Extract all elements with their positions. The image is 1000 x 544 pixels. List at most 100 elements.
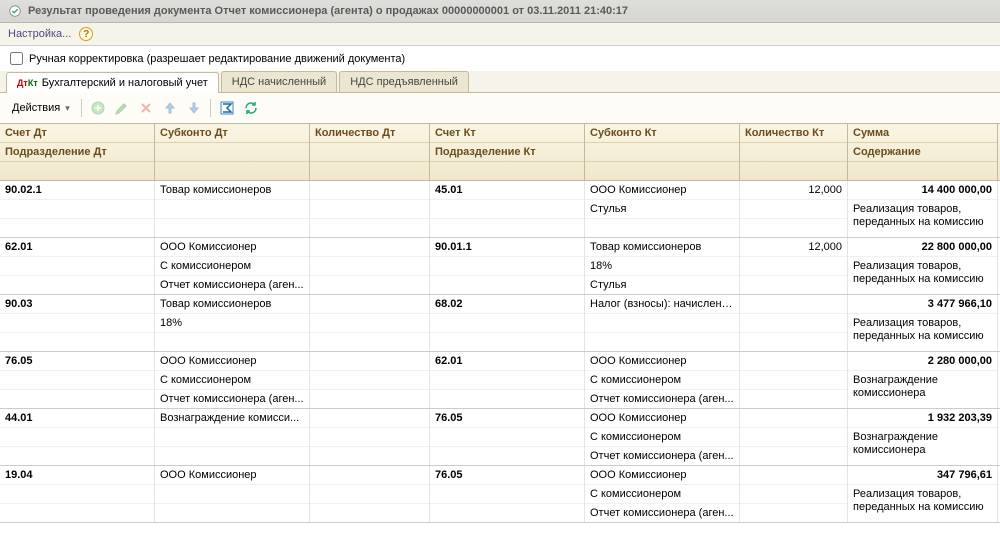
dtkt-icon: ДтКт [17,79,38,88]
tab-label: Бухгалтерский и налоговый учет [42,77,208,89]
cell-schet-dt: 90.02.1 [0,181,154,200]
manual-edit-checkbox[interactable] [10,52,23,65]
header-subkonto-kt[interactable]: Субконто Кт [585,124,739,143]
window-icon [8,4,22,18]
header-soderzh[interactable]: Содержание [848,143,997,162]
cell-qty-kt [740,466,847,485]
cell-summa: 22 800 000,00 [848,238,997,257]
cell-sub-dt [155,333,309,351]
window-titlebar: Результат проведения документа Отчет ком… [0,0,1000,23]
manual-edit-row: Ручная корректировка (разрешает редактир… [0,46,1000,71]
sum-toggle-icon[interactable] [216,97,238,119]
cell-sub-kt [585,314,739,333]
cell-sub-kt: С комиссионером [585,428,739,447]
add-icon [87,97,109,119]
table-row[interactable]: 44.01 Вознаграждение комисси... 76.05 ОО… [0,409,1000,466]
cell-qty-kt [740,295,847,314]
cell-summa: 14 400 000,00 [848,181,997,200]
cell-sub-dt: С комиссионером [155,257,309,276]
cell-sub-kt: Отчет комиссионера (аген... [585,447,739,465]
cell-schet-kt: 62.01 [430,352,584,371]
tab-label: НДС начисленный [232,76,326,88]
grid-body[interactable]: 90.02.1 Товар комиссионеров 45.01 ООО Ко… [0,181,1000,523]
cell-sub-kt: ООО Комиссионер [585,181,739,200]
edit-icon [111,97,133,119]
cell-sub-dt: Отчет комиссионера (аген... [155,276,309,294]
cell-summa: 2 280 000,00 [848,352,997,371]
table-row[interactable]: 90.02.1 Товар комиссионеров 45.01 ООО Ко… [0,181,1000,238]
actions-menu[interactable]: Действия [6,100,76,116]
separator [81,99,82,117]
tab-vat-presented[interactable]: НДС предъявленный [339,71,469,92]
header-podr-kt[interactable]: Подразделение Кт [430,143,584,162]
cell-schet-dt: 62.01 [0,238,154,257]
cell-summa: 347 796,61 [848,466,997,485]
header-podr-dt[interactable]: Подразделение Дт [0,143,154,162]
cell-soderzh: Реализация товаров, переданных на комисс… [848,257,997,288]
window-title: Результат проведения документа Отчет ком… [28,5,628,17]
actions-label: Действия [12,102,60,114]
table-row[interactable]: 62.01 ООО КомиссионерС комиссионеромОтче… [0,238,1000,295]
cell-schet-kt: 90.01.1 [430,238,584,257]
cell-sub-dt: Отчет комиссионера (аген... [155,390,309,408]
cell-schet-kt: 76.05 [430,409,584,428]
header-subkonto-dt[interactable]: Субконто Дт [155,124,309,143]
header-summa[interactable]: Сумма [848,124,997,143]
cell-soderzh: Реализация товаров, переданных на комисс… [848,314,997,345]
header-qty-kt[interactable]: Количество Кт [740,124,847,143]
cell-soderzh: Вознаграждение комиссионера [848,371,997,402]
tabs: ДтКт Бухгалтерский и налоговый учет НДС … [0,71,1000,93]
cell-sub-dt: Товар комиссионеров [155,181,309,200]
cell-sub-dt: Товар комиссионеров [155,295,309,314]
cell-schet-kt: 68.02 [430,295,584,314]
cell-sub-dt: С комиссионером [155,371,309,390]
cell-sub-dt: Вознаграждение комисси... [155,409,309,428]
cell-sub-kt: ООО Комиссионер [585,466,739,485]
cell-schet-dt: 44.01 [0,409,154,428]
cell-sub-kt: ООО Комиссионер [585,409,739,428]
cell-qty-dt [310,352,429,371]
cell-sub-kt [585,333,739,351]
delete-icon [135,97,157,119]
tab-vat-accrued[interactable]: НДС начисленный [221,71,337,92]
cell-sub-dt: 18% [155,314,309,333]
cell-qty-dt [310,181,429,200]
cell-sub-kt: Стулья [585,276,739,294]
header-qty-dt[interactable]: Количество Дт [310,124,429,143]
cell-sub-dt [155,200,309,219]
cell-qty-dt [310,466,429,485]
table-row[interactable]: 76.05 ООО КомиссионерС комиссионеромОтче… [0,352,1000,409]
move-up-icon [159,97,181,119]
help-icon[interactable]: ? [79,27,93,41]
cell-sub-kt [585,219,739,237]
cell-schet-dt: 90.03 [0,295,154,314]
actions-toolbar: Действия [0,93,1000,124]
cell-qty-dt [310,238,429,257]
cell-qty-kt: 12,000 [740,181,847,200]
cell-sub-kt: ООО Комиссионер [585,352,739,371]
settings-link[interactable]: Настройка... [8,28,71,40]
cell-qty-kt [740,352,847,371]
header-schet-kt[interactable]: Счет Кт [430,124,584,143]
tab-accounting[interactable]: ДтКт Бухгалтерский и налоговый учет [6,72,219,93]
cell-sub-dt [155,428,309,447]
cell-sub-dt [155,447,309,465]
separator [210,99,211,117]
cell-qty-dt [310,295,429,314]
move-down-icon [183,97,205,119]
cell-schet-dt: 76.05 [0,352,154,371]
cell-qty-kt [740,409,847,428]
grid-header: Счет Дт Подразделение Дт Субконто Дт Кол… [0,124,1000,181]
cell-sub-dt: ООО Комиссионер [155,466,309,485]
cell-schet-dt: 19.04 [0,466,154,485]
header-schet-dt[interactable]: Счет Дт [0,124,154,143]
cell-sub-dt [155,485,309,504]
cell-sub-kt: Стулья [585,200,739,219]
table-row[interactable]: 19.04 ООО Комиссионер 76.05 ООО Комиссио… [0,466,1000,523]
cell-sub-kt: С комиссионером [585,485,739,504]
cell-qty-kt: 12,000 [740,238,847,257]
refresh-icon[interactable] [240,97,262,119]
cell-sub-kt: Отчет комиссионера (аген... [585,390,739,408]
table-row[interactable]: 90.03 Товар комиссионеров18% 68.02 Налог… [0,295,1000,352]
cell-sub-dt [155,504,309,522]
